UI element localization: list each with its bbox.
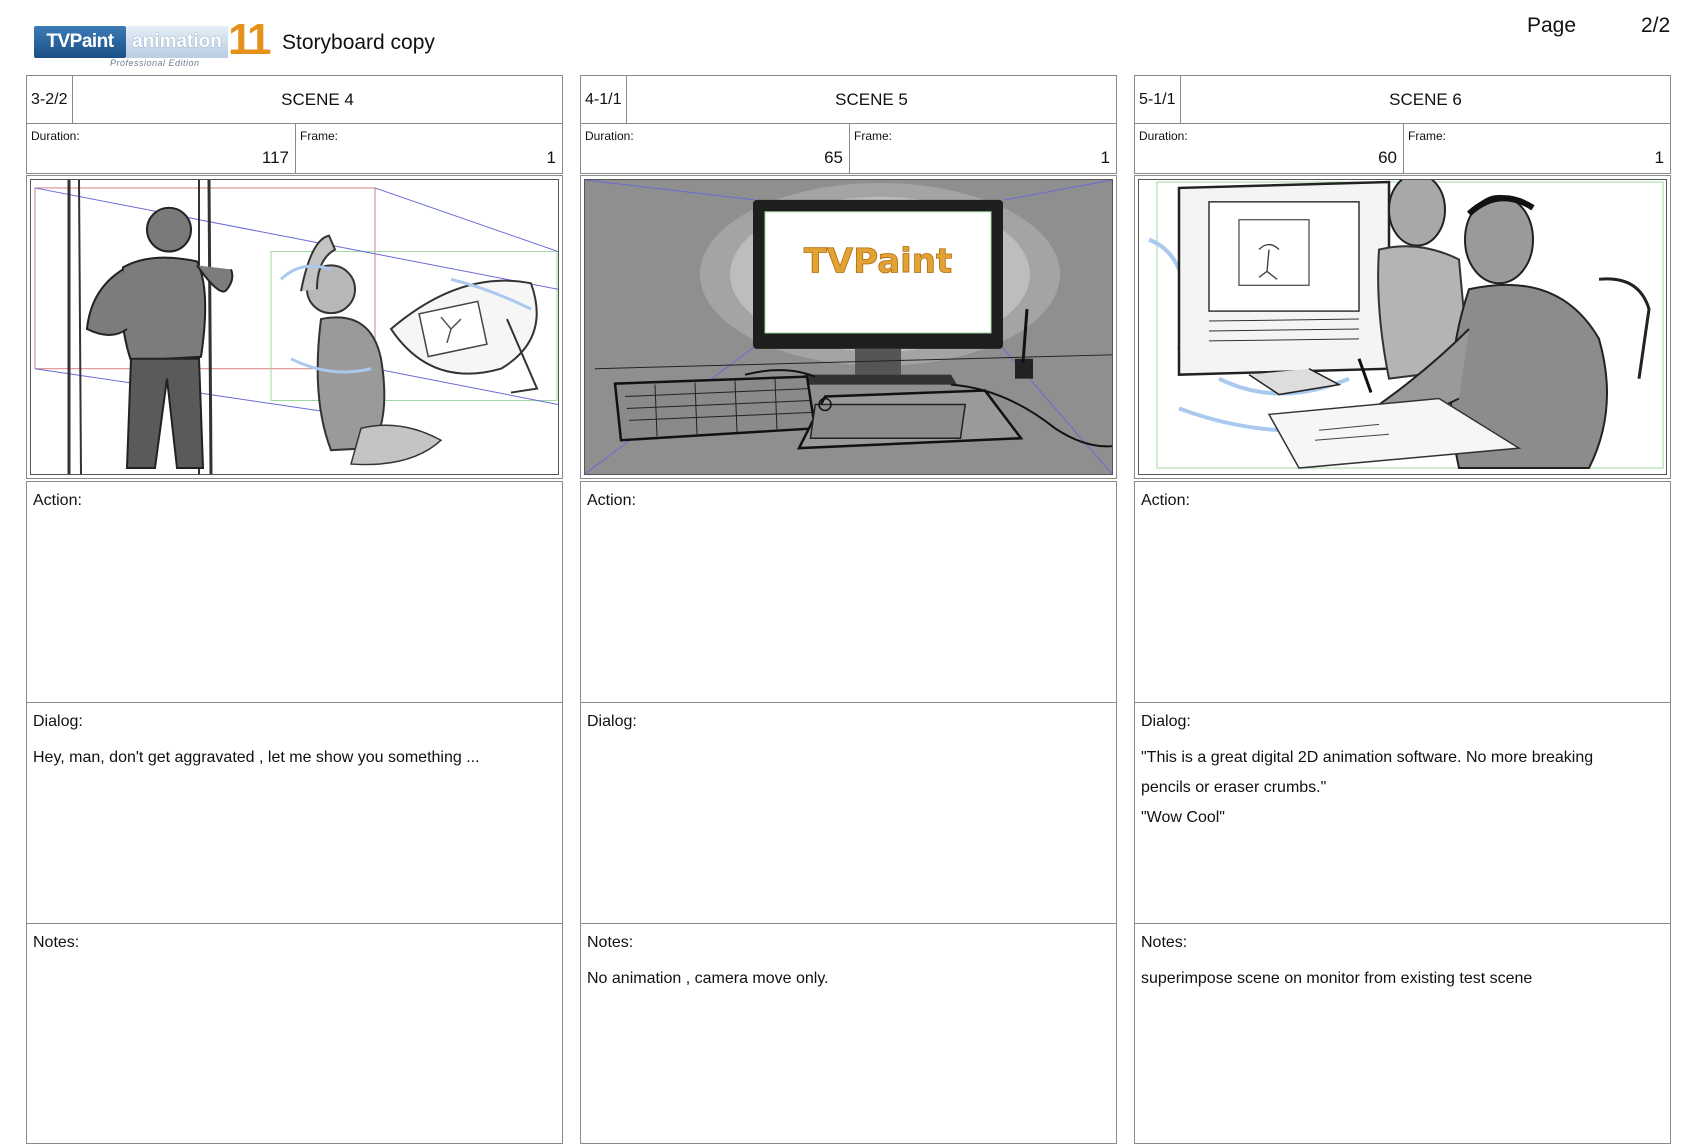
sketch-image: [30, 179, 559, 475]
tvpaint-logo: TVPaint animation 11 Professional Editio…: [34, 16, 271, 70]
sketch-image: TVPaint: [584, 179, 1113, 475]
frame-label: Frame:: [1408, 129, 1447, 143]
frame-value: 1: [1654, 148, 1664, 167]
duration-label: Duration:: [585, 129, 634, 143]
logo-product: animation: [126, 26, 228, 58]
action-label: Action:: [587, 492, 636, 509]
action-section: Action:: [1134, 481, 1671, 704]
panel-meta: Duration: 117 Frame: 1: [26, 123, 563, 174]
page-label: Page: [1527, 14, 1577, 37]
panel-header: 4-1/1 SCENE 5: [580, 75, 1117, 124]
shot-number: 3-2/2: [27, 76, 73, 123]
panel-image-frame: [26, 175, 563, 479]
dialog-line: "Wow Cool": [1141, 809, 1225, 826]
notes-label: Notes:: [1141, 934, 1188, 951]
logo-edition: Professional Edition: [110, 58, 200, 68]
notes-section: Notes:: [26, 923, 563, 1144]
logo-version: 11: [228, 15, 271, 64]
dialog-text: Hey, man, don't get aggravated , let me …: [33, 743, 552, 773]
scene-name: SCENE 5: [835, 90, 908, 109]
action-section: Action:: [26, 481, 563, 704]
scene-name: SCENE 6: [1389, 90, 1462, 109]
duration-label: Duration:: [31, 129, 80, 143]
storyboard-panel-1: 3-2/2 SCENE 4 Duration: 117 Frame: 1 Act…: [26, 75, 563, 1144]
duration-cell: Duration: 60: [1135, 124, 1404, 173]
notes-text: superimpose scene on monitor from existi…: [1141, 970, 1533, 987]
scene-name: SCENE 4: [281, 90, 354, 109]
notes-section: Notes: superimpose scene on monitor from…: [1134, 923, 1671, 1144]
frame-label: Frame:: [854, 129, 893, 143]
shot-number: 4-1/1: [581, 76, 627, 123]
panel-image-frame: [1134, 175, 1671, 479]
frame-cell: Frame: 1: [850, 124, 1116, 173]
dialog-label: Dialog:: [1141, 713, 1191, 730]
logo-brand: TVPaint: [34, 26, 126, 58]
frame-value: 1: [546, 148, 556, 167]
panel-header: 3-2/2 SCENE 4: [26, 75, 563, 124]
panel-meta: Duration: 65 Frame: 1: [580, 123, 1117, 174]
notes-text: No animation , camera move only.: [587, 970, 829, 987]
frame-value: 1: [1100, 148, 1110, 167]
duration-value: 65: [824, 148, 843, 167]
sketch-two-men-tablet: [31, 180, 558, 474]
notes-section: Notes: No animation , camera move only.: [580, 923, 1117, 1144]
dialog-section: Dialog: Hey, man, don't get aggravated ,…: [26, 702, 563, 925]
duration-label: Duration:: [1139, 129, 1188, 143]
dialog-section: Dialog: "This is a great digital 2D anim…: [1134, 702, 1671, 925]
dialog-label: Dialog:: [587, 713, 637, 730]
document-title: Storyboard copy: [282, 31, 435, 54]
notes-label: Notes:: [587, 934, 634, 951]
notes-label: Notes:: [33, 934, 80, 951]
panel-meta: Duration: 60 Frame: 1: [1134, 123, 1671, 174]
page-number: 2/2: [1641, 14, 1671, 37]
sketch-desk-monitor: TVPaint: [585, 180, 1112, 474]
duration-cell: Duration: 117: [27, 124, 296, 173]
storyboard-panel-2: 4-1/1 SCENE 5 Duration: 65 Frame: 1 TVPa…: [580, 75, 1117, 1144]
dialog-section: Dialog:: [580, 702, 1117, 925]
frame-cell: Frame: 1: [1404, 124, 1670, 173]
panel-header: 5-1/1 SCENE 6: [1134, 75, 1671, 124]
dialog-line: "This is a great digital 2D animation so…: [1141, 749, 1594, 766]
duration-value: 60: [1378, 148, 1397, 167]
dialog-label: Dialog:: [33, 713, 83, 730]
frame-label: Frame:: [300, 129, 339, 143]
sketch-artists-at-monitor: [1139, 180, 1666, 474]
action-label: Action:: [33, 492, 82, 509]
frame-cell: Frame: 1: [296, 124, 562, 173]
dialog-line: pencils or eraser crumbs.": [1141, 779, 1327, 796]
duration-cell: Duration: 65: [581, 124, 850, 173]
dialog-line: Hey, man, don't get aggravated , let me …: [33, 749, 480, 766]
storyboard-panel-3: 5-1/1 SCENE 6 Duration: 60 Frame: 1 Acti…: [1134, 75, 1671, 1144]
dialog-text: "This is a great digital 2D animation so…: [1141, 743, 1660, 833]
action-label: Action:: [1141, 492, 1190, 509]
action-section: Action:: [580, 481, 1117, 704]
panel-image-frame: TVPaint: [580, 175, 1117, 479]
screen-logo-text: TVPaint: [804, 241, 953, 280]
sketch-image: [1138, 179, 1667, 475]
shot-number: 5-1/1: [1135, 76, 1181, 123]
duration-value: 117: [261, 148, 289, 167]
